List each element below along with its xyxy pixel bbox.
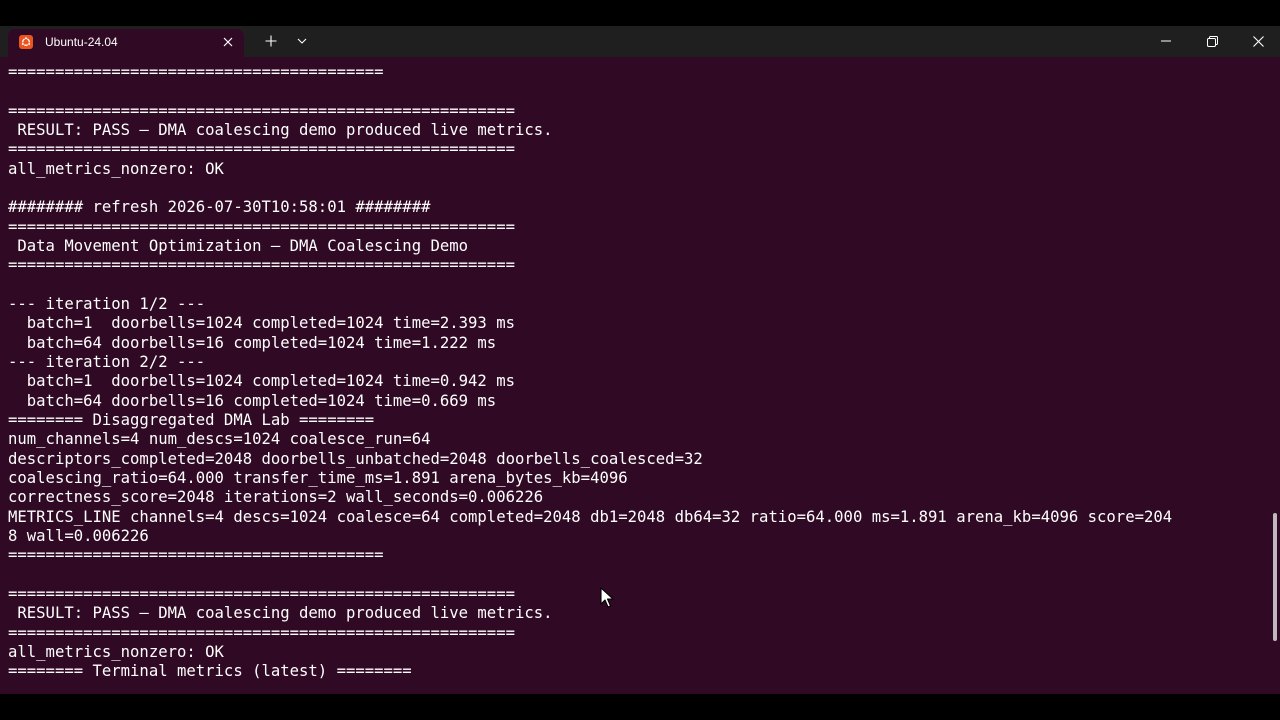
terminal-line: descriptors_completed=2048 doorbells_unb… — [8, 449, 703, 468]
terminal-line: ======== Disaggregated DMA Lab ======== — [8, 410, 375, 429]
terminal-line: ======================================== — [8, 63, 384, 81]
terminal-line: 8 wall=0.006226 — [8, 526, 149, 545]
title-bar: Ubuntu-24.04 — [0, 26, 1280, 57]
chevron-down-icon — [297, 38, 307, 44]
terminal-line: all_metrics_nonzero: OK — [8, 159, 224, 178]
minimize-icon — [1161, 40, 1171, 42]
tab-title: Ubuntu-24.04 — [45, 35, 118, 49]
mouse-pointer-icon — [600, 587, 614, 608]
scrollbar[interactable] — [1271, 57, 1280, 694]
terminal-line: RESULT: PASS — DMA coalescing demo produ… — [8, 120, 553, 139]
tab-ubuntu[interactable]: Ubuntu-24.04 — [8, 29, 244, 57]
scrollbar-thumb[interactable] — [1273, 513, 1277, 641]
top-letterbox — [0, 0, 1280, 26]
terminal-line: batch=1 doorbells=1024 completed=1024 ti… — [8, 314, 515, 333]
terminal-line: --- iteration 1/2 --- — [8, 294, 206, 313]
terminal-line: batch=1 doorbells=1024 completed=1024 ti… — [8, 372, 515, 391]
terminal-line: all_metrics_nonzero: OK — [8, 642, 224, 661]
plus-icon — [265, 35, 277, 47]
terminal-line: RESULT: PASS — DMA coalescing demo produ… — [8, 604, 553, 623]
close-window-button[interactable] — [1242, 29, 1274, 53]
terminal-line: --- iteration 2/2 --- — [8, 352, 206, 371]
terminal-line: ######## refresh 2026-07-30T10:58:01 ###… — [8, 198, 431, 217]
close-icon — [223, 37, 233, 47]
ubuntu-icon — [19, 35, 33, 49]
restore-icon — [1206, 35, 1218, 47]
terminal-output[interactable]: ========================================… — [8, 63, 1264, 693]
close-icon — [1252, 35, 1264, 47]
bottom-letterbox — [0, 694, 1280, 720]
restore-button[interactable] — [1196, 29, 1228, 53]
terminal-line: ========================================… — [8, 623, 515, 642]
terminal-line: batch=64 doorbells=16 completed=1024 tim… — [8, 391, 497, 410]
terminal-window: Ubuntu-24.04 ===========================… — [0, 26, 1280, 694]
minimize-button[interactable] — [1150, 29, 1182, 53]
terminal-line: Data Movement Optimization — DMA Coalesc… — [8, 236, 469, 255]
terminal-line: METRICS_LINE channels=4 descs=1024 coale… — [8, 507, 1173, 526]
terminal-line: ========================================… — [8, 217, 515, 236]
terminal-line: ========================================… — [8, 101, 515, 120]
terminal-line: correctness_score=2048 iterations=2 wall… — [8, 488, 544, 507]
close-tab-button[interactable] — [218, 32, 238, 52]
terminal-line: ======================================== — [8, 546, 384, 565]
terminal-line: num_channels=4 num_descs=1024 coalesce_r… — [8, 430, 431, 449]
tab-dropdown-button[interactable] — [291, 29, 313, 53]
terminal-line: ========================================… — [8, 140, 515, 159]
terminal-line: ======== Terminal metrics (latest) =====… — [8, 662, 412, 681]
terminal-line: ========================================… — [8, 256, 515, 275]
new-tab-button[interactable] — [260, 29, 282, 53]
terminal-line: coalescing_ratio=64.000 transfer_time_ms… — [8, 468, 628, 487]
terminal-line: batch=64 doorbells=16 completed=1024 tim… — [8, 333, 497, 352]
terminal-line: ========================================… — [8, 584, 515, 603]
